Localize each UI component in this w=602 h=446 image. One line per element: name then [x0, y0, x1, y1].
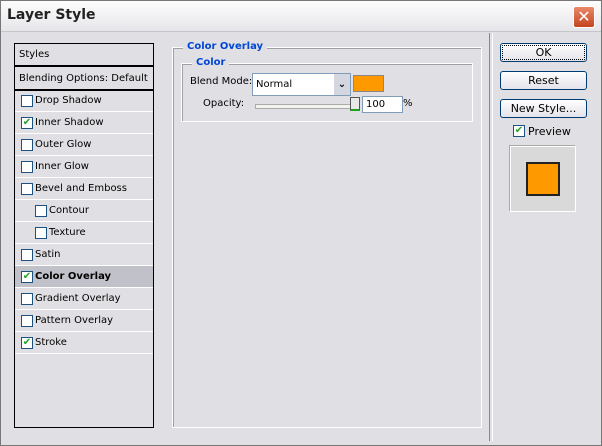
styles-header-label: Styles: [19, 49, 50, 60]
style-checkbox[interactable]: [21, 161, 33, 173]
percent-label: %: [403, 98, 413, 109]
new-style-button[interactable]: New Style...: [500, 99, 587, 118]
style-checkbox[interactable]: [35, 205, 47, 217]
style-item[interactable]: Contour: [15, 200, 153, 222]
blend-mode-value: Normal: [256, 79, 293, 90]
style-checkbox[interactable]: [21, 183, 33, 195]
style-checkbox[interactable]: [21, 315, 33, 327]
blending-options[interactable]: Blending Options: Default: [15, 68, 153, 91]
style-item-label: Color Overlay: [35, 271, 112, 282]
close-button[interactable]: ✕: [573, 6, 595, 28]
color-overlay-title: Color Overlay: [183, 41, 268, 52]
style-item[interactable]: Texture: [15, 222, 153, 244]
style-checkbox[interactable]: [21, 139, 33, 151]
style-item-label: Texture: [49, 227, 86, 238]
color-overlay-group: Color Overlay Color Blend Mode: Normal ⌄…: [172, 41, 482, 428]
styles-header[interactable]: Styles: [15, 44, 153, 67]
preview-label: Preview: [528, 125, 571, 138]
dialog-title: Layer Style: [7, 7, 96, 23]
style-item[interactable]: Bevel and Emboss: [15, 178, 153, 200]
reset-button[interactable]: Reset: [500, 71, 587, 90]
style-item-label: Contour: [49, 205, 89, 216]
opacity-label: Opacity:: [203, 98, 245, 109]
style-checkbox[interactable]: ✔: [21, 117, 33, 129]
style-checkbox[interactable]: [21, 249, 33, 261]
style-item-label: Drop Shadow: [35, 95, 102, 106]
style-item-label: Stroke: [35, 337, 67, 348]
layer-style-dialog: Layer Style ✕ Styles Blending Options: D…: [0, 0, 602, 446]
style-item-label: Bevel and Emboss: [35, 183, 127, 194]
ok-button[interactable]: OK: [500, 43, 587, 62]
style-item-label: Inner Shadow: [35, 117, 104, 128]
styles-list: Styles Blending Options: Default Drop Sh…: [14, 43, 154, 428]
color-group-title: Color: [192, 57, 230, 68]
style-item[interactable]: Inner Glow: [15, 156, 153, 178]
title-bar: Layer Style ✕: [1, 1, 601, 32]
style-checkbox[interactable]: ✔: [21, 271, 33, 283]
style-checkbox[interactable]: [21, 95, 33, 107]
style-checkbox[interactable]: ✔: [21, 337, 33, 349]
style-item[interactable]: Pattern Overlay: [15, 310, 153, 332]
color-swatch[interactable]: [353, 75, 384, 92]
style-item[interactable]: ✔ Inner Shadow: [15, 112, 153, 134]
style-checkbox[interactable]: [35, 227, 47, 239]
preview-swatch: [526, 162, 560, 196]
style-item[interactable]: ✔ Color Overlay: [15, 266, 153, 288]
opacity-slider-thumb[interactable]: [350, 97, 360, 111]
preview-checkbox[interactable]: ✔: [513, 125, 525, 137]
style-item[interactable]: ✔ Stroke: [15, 332, 153, 354]
style-item-label: Satin: [35, 249, 61, 260]
chevron-down-icon[interactable]: ⌄: [334, 74, 350, 95]
opacity-input[interactable]: 100: [362, 96, 403, 113]
style-item-label: Pattern Overlay: [35, 315, 114, 326]
blend-mode-select[interactable]: Normal ⌄: [252, 73, 351, 96]
style-checkbox[interactable]: [21, 293, 33, 305]
style-item[interactable]: Gradient Overlay: [15, 288, 153, 310]
style-item-label: Outer Glow: [35, 139, 92, 150]
style-item-label: Inner Glow: [35, 161, 89, 172]
blend-mode-label: Blend Mode:: [190, 76, 253, 87]
style-item-label: Gradient Overlay: [35, 293, 121, 304]
divider: [489, 33, 493, 441]
style-item[interactable]: Outer Glow: [15, 134, 153, 156]
style-item[interactable]: Satin: [15, 244, 153, 266]
opacity-slider[interactable]: [255, 104, 357, 109]
preview-thumbnail: [510, 146, 576, 212]
blending-options-label: Blending Options: Default: [19, 73, 148, 84]
style-item[interactable]: Drop Shadow: [15, 90, 153, 112]
color-group: Color Blend Mode: Normal ⌄ Opacity: 100 …: [181, 57, 473, 122]
